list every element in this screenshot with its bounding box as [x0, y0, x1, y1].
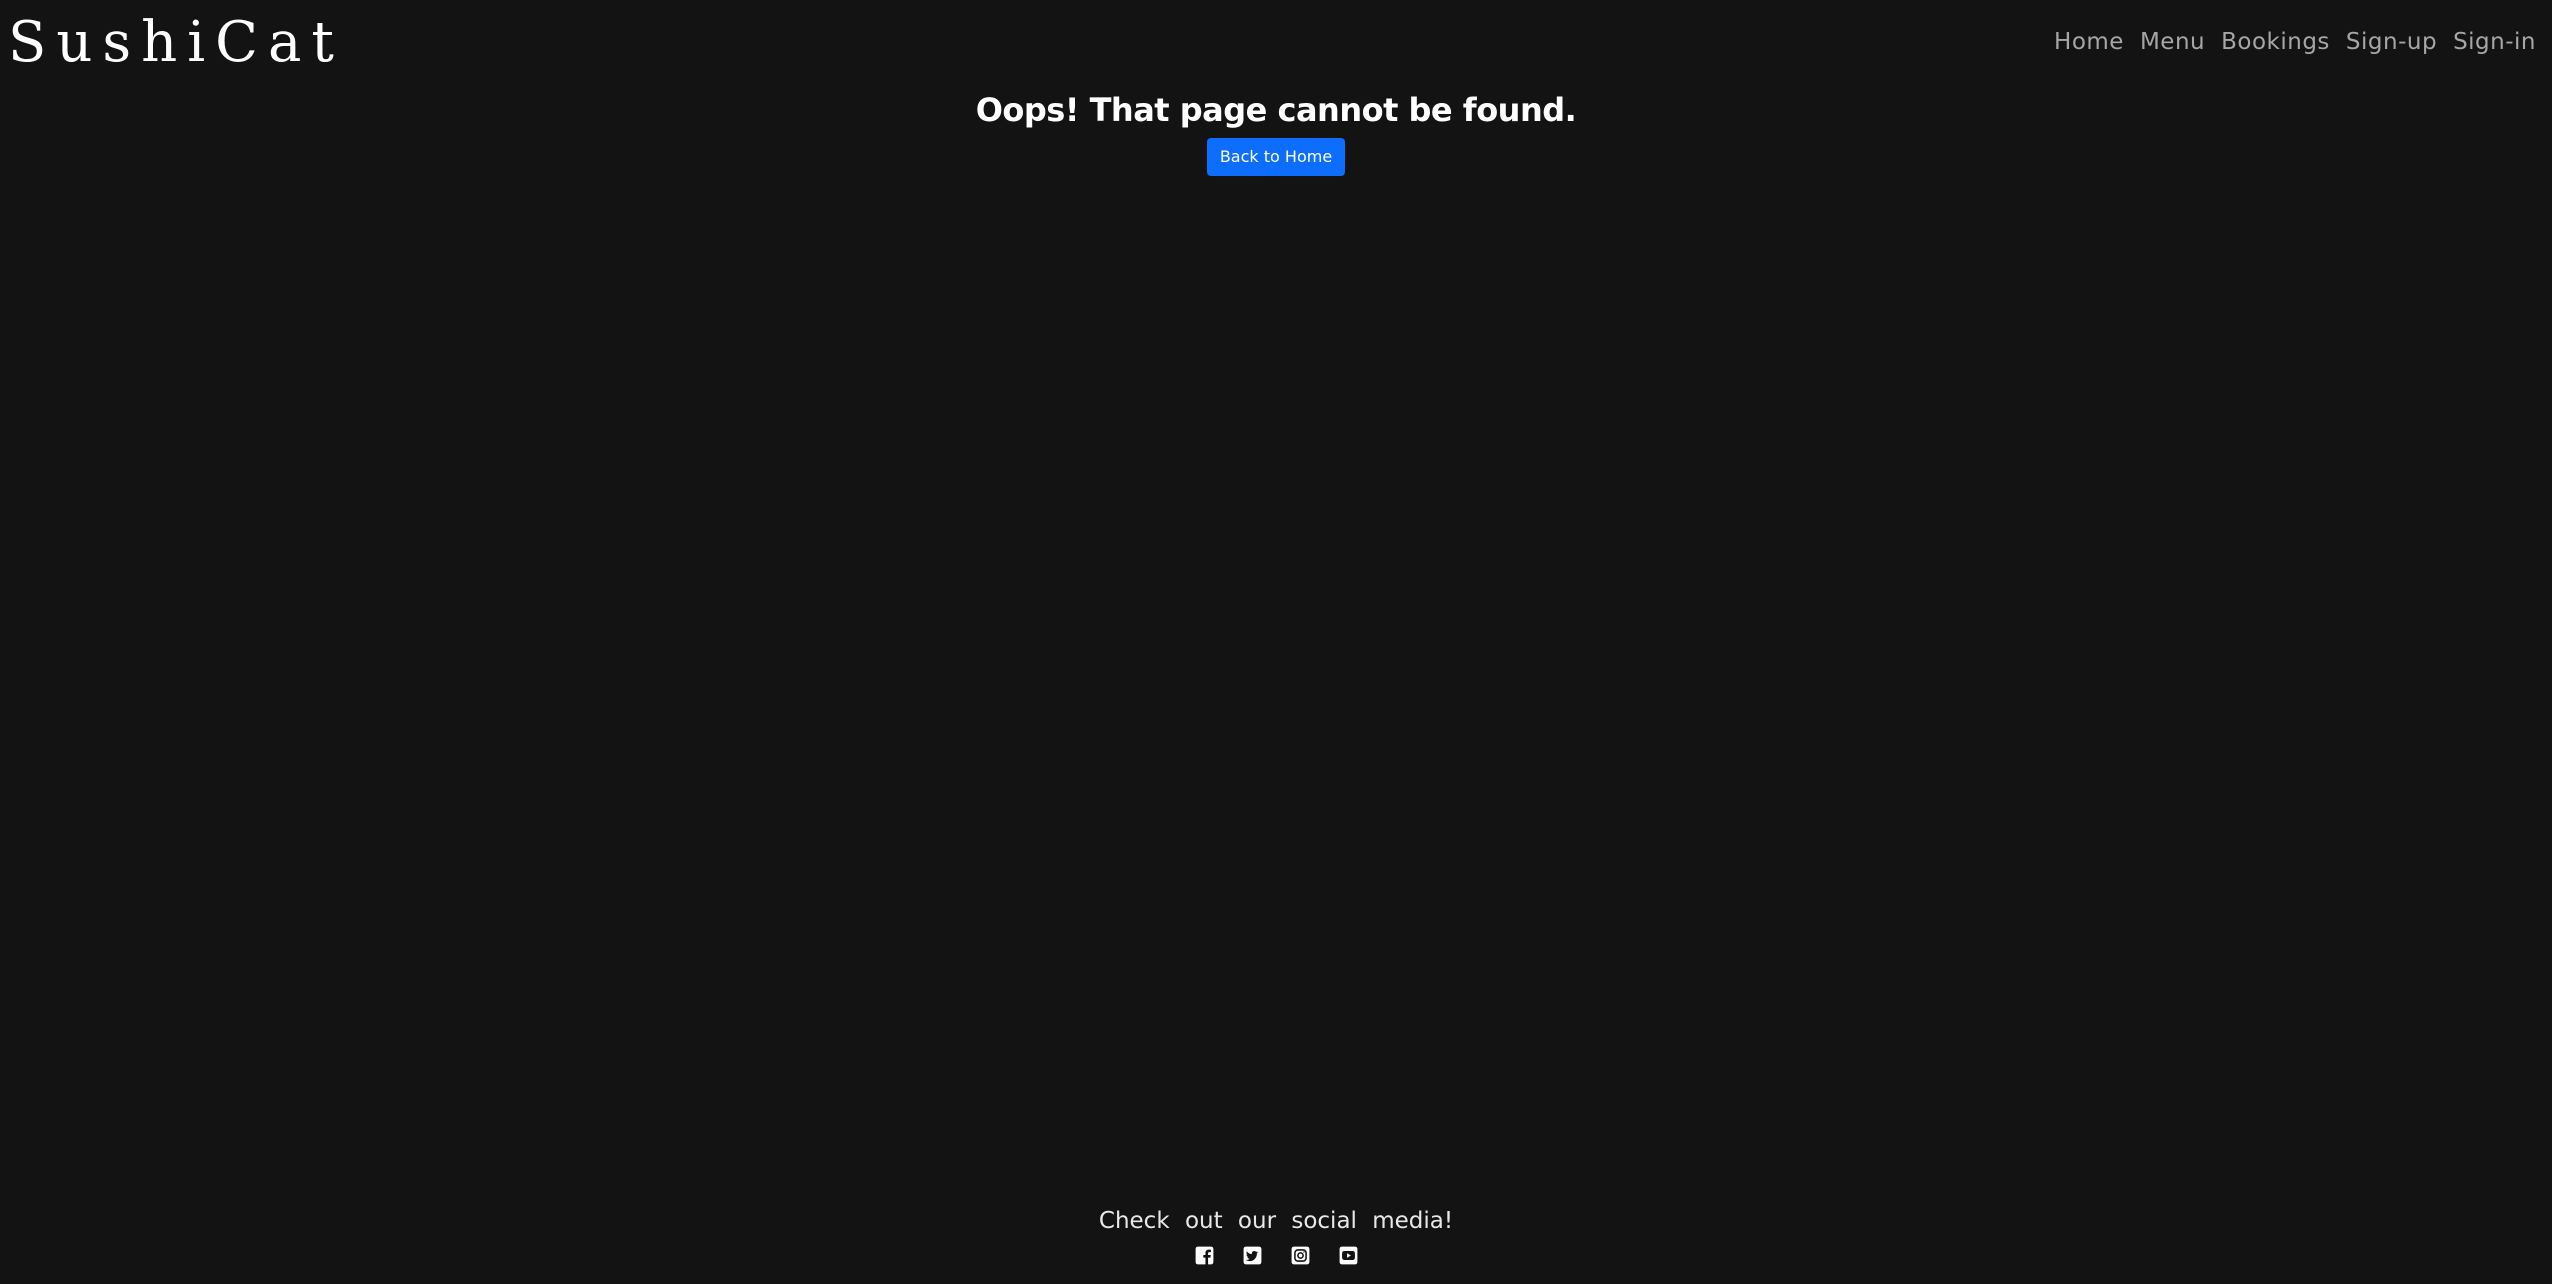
- footer: Check out our social media!: [0, 1204, 2552, 1265]
- footer-text: Check out our social media!: [1098, 1208, 1454, 1234]
- nav-link-home[interactable]: Home: [2054, 29, 2124, 55]
- twitter-icon[interactable]: [1243, 1246, 1262, 1265]
- nav-link-sign-in[interactable]: Sign-in: [2453, 29, 2536, 55]
- nav-link-sign-up[interactable]: Sign-up: [2346, 29, 2437, 55]
- back-to-home-button[interactable]: Back to Home: [1206, 138, 1346, 176]
- main-content: Oops! That page cannot be found. Back to…: [0, 86, 2552, 176]
- error-title: Oops! That page cannot be found.: [975, 91, 1577, 129]
- page: SushiCat Home Menu Bookings Sign-up Sign…: [0, 0, 2552, 1284]
- youtube-icon[interactable]: [1339, 1246, 1358, 1265]
- nav-link-menu[interactable]: Menu: [2140, 29, 2205, 55]
- facebook-icon[interactable]: [1195, 1246, 1214, 1265]
- nav-links: Home Menu Bookings Sign-up Sign-in: [2054, 29, 2536, 55]
- nav-link-bookings[interactable]: Bookings: [2221, 29, 2330, 55]
- brand-logo[interactable]: SushiCat: [8, 15, 344, 71]
- navbar: SushiCat Home Menu Bookings Sign-up Sign…: [0, 0, 2552, 86]
- instagram-icon[interactable]: [1291, 1246, 1310, 1265]
- social-links: [0, 1246, 2552, 1265]
